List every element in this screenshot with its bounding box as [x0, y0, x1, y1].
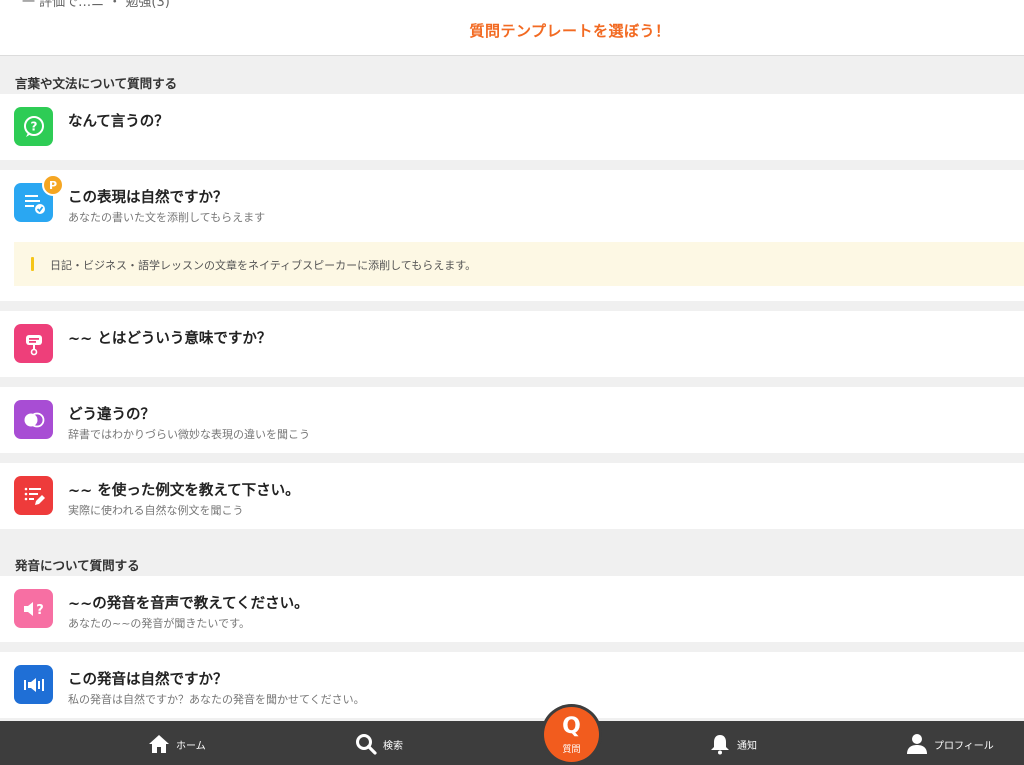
- section-header-grammar: 言葉や文法について質問する: [15, 76, 178, 91]
- user-icon: [907, 734, 927, 754]
- tab-notify-label: 通知: [737, 740, 757, 752]
- note-text: 日記・ビジネス・語学レッスンの文章をネイティブスピーカーに添削してもらえます。: [50, 259, 477, 272]
- bottom-tab-bar: ホーム 検索 通知 プロフィール: [0, 721, 1024, 765]
- svg-text:?: ?: [30, 119, 37, 133]
- tab-search-label: 検索: [383, 740, 403, 752]
- list-pen-icon: [14, 476, 53, 515]
- tab-profile[interactable]: プロフィール: [906, 733, 994, 755]
- tab-notify[interactable]: 通知: [709, 733, 757, 755]
- template-title: この表現は自然ですか？: [68, 190, 228, 206]
- home-icon: [149, 735, 169, 753]
- meaning-icon: [14, 324, 53, 363]
- tab-profile-label: プロフィール: [934, 740, 994, 752]
- template-item-difference[interactable]: どう違うの？ 辞書ではわかりづらい微妙な表現の違いを聞こう: [0, 387, 1024, 453]
- template-subtitle: 実際に使われる自然な例文を聞こう: [68, 504, 244, 517]
- template-item-pronunciation-natural[interactable]: この発音は自然ですか？ 私の発音は自然ですか？あなたの発音を聞かせてください。: [0, 652, 1024, 718]
- template-title: どう違うの？: [68, 407, 155, 423]
- ask-question-button[interactable]: Q 質問: [544, 707, 599, 762]
- compare-circles-icon: [14, 400, 53, 439]
- template-subtitle: あなたの書いた文を添削してもらえます: [68, 211, 266, 224]
- page-title: 質問テンプレートを選ぼう！: [469, 22, 671, 40]
- tab-home-label: ホーム: [176, 740, 206, 752]
- template-title: なんて言うの？: [68, 114, 169, 130]
- template-item-natural-expression[interactable]: P この表現は自然ですか？ あなたの書いた文を添削してもらえます 日記・ビジネス…: [0, 170, 1024, 301]
- template-item-how-to-say[interactable]: ? なんて言うの？: [0, 94, 1024, 160]
- template-title: ~~の発音を音声で教えてください。: [68, 596, 309, 612]
- speaker-wave-icon: [14, 665, 53, 704]
- template-title: ~~ を使った例文を教えて下さい。: [68, 483, 300, 499]
- template-subtitle: 私の発音は自然ですか？あなたの発音を聞かせてください。: [68, 693, 365, 706]
- search-icon: [356, 734, 377, 755]
- bell-icon: [711, 735, 729, 755]
- svg-text:?: ?: [36, 603, 44, 618]
- tab-search[interactable]: 検索: [355, 733, 403, 755]
- question-q-icon: Q: [562, 714, 581, 739]
- template-title: ~~ とはどういう意味ですか？: [68, 331, 272, 347]
- points-badge: P: [42, 174, 64, 196]
- header-cut-text: 一 評価で…ニ ・ 勉強(3): [22, 0, 170, 10]
- note-accent-bar: [31, 257, 34, 271]
- ask-question-label: 質問: [562, 745, 581, 755]
- template-subtitle: あなたの~~の発音が聞きたいです。: [68, 617, 251, 630]
- tab-home[interactable]: ホーム: [148, 733, 206, 755]
- info-note: 日記・ビジネス・語学レッスンの文章をネイティブスピーカーに添削してもらえます。: [14, 242, 1024, 286]
- template-item-meaning[interactable]: ~~ とはどういう意味ですか？: [0, 311, 1024, 377]
- top-header: 一 評価で…ニ ・ 勉強(3) 質問テンプレートを選ぼう！: [0, 0, 1024, 56]
- template-title: この発音は自然ですか？: [68, 672, 228, 688]
- template-item-pronunciation-audio[interactable]: ? ~~の発音を音声で教えてください。 あなたの~~の発音が聞きたいです。: [0, 576, 1024, 642]
- template-subtitle: 辞書ではわかりづらい微妙な表現の違いを聞こう: [68, 428, 310, 441]
- speaker-question-icon: ?: [14, 589, 53, 628]
- question-bubble-icon: ?: [14, 107, 53, 146]
- section-header-pronunciation: 発音について質問する: [15, 558, 140, 573]
- template-item-example-sentence[interactable]: ~~ を使った例文を教えて下さい。 実際に使われる自然な例文を聞こう: [0, 463, 1024, 529]
